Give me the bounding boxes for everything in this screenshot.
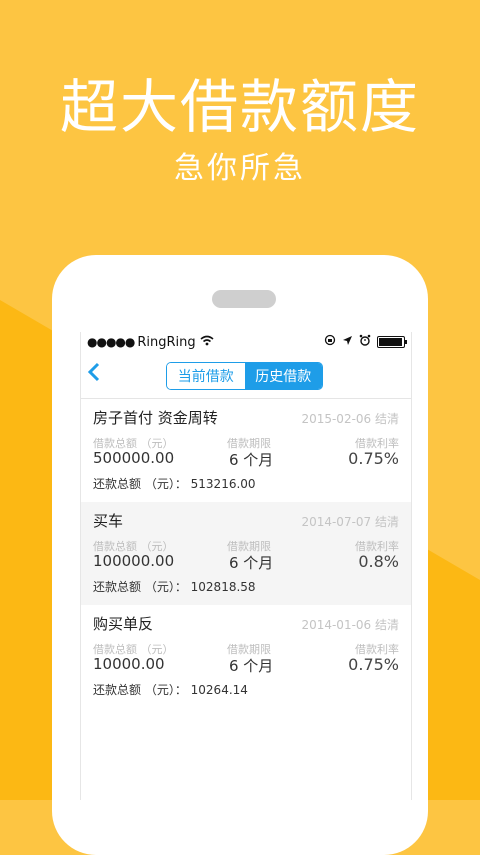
battery-level (379, 337, 403, 346)
loan-repay-label: 还款总额 （元）： (93, 477, 187, 491)
loan-repay-value: 513216.00 (190, 477, 256, 491)
signal-icon: ●●●●● (87, 335, 135, 349)
status-bar: ●●●●● RingRing (81, 332, 411, 352)
tab-current-loans[interactable]: 当前借款 (167, 363, 245, 389)
wifi-icon (200, 335, 214, 350)
loan-repay-label: 还款总额 （元）： (93, 580, 187, 594)
nav-bar: 当前借款 历史借款 (81, 352, 411, 399)
loan-date-status: 2015-02-06 结清 (301, 412, 399, 426)
tab-history-loans[interactable]: 历史借款 (244, 363, 322, 389)
loan-repay-value: 102818.58 (190, 580, 256, 594)
loan-card[interactable]: 房子首付 资金周转 2015-02-06 结清 借款总额 （元） 借款期限 借款… (81, 399, 411, 502)
back-chevron-icon[interactable] (87, 360, 101, 390)
loan-date-status: 2014-07-07 结清 (301, 515, 399, 529)
phone-screen: ●●●●● RingRing 当前借款 历史借款 房子首付 资金周转 2015-… (80, 332, 412, 800)
loan-repay-label: 还款总额 （元）： (93, 683, 187, 697)
carrier-label: RingRing (137, 334, 196, 350)
alarm-icon (359, 334, 371, 349)
loan-repay-total: 还款总额 （元）： 102818.58 (93, 578, 256, 595)
loan-name: 购买单反 (93, 615, 154, 633)
loan-repay-value: 10264.14 (190, 683, 248, 697)
loan-card[interactable]: 购买单反 2014-01-06 结清 借款总额 （元） 借款期限 借款利率 10… (81, 605, 411, 708)
loan-amount-value: 500000.00 (93, 449, 175, 467)
loan-tab-switcher: 当前借款 历史借款 (166, 362, 323, 390)
loan-repay-total: 还款总额 （元）： 10264.14 (93, 681, 248, 698)
loan-rate-value: 0.8% (358, 552, 399, 571)
loan-term-value: 6 个月 (229, 451, 274, 469)
loan-amount-value: 100000.00 (93, 552, 175, 570)
loan-rate-value: 0.75% (348, 449, 399, 468)
loan-rate-value: 0.75% (348, 655, 399, 674)
promo-headline: 超大借款额度 (59, 73, 420, 141)
battery-icon (377, 335, 407, 348)
loan-repay-total: 还款总额 （元）： 513216.00 (93, 475, 256, 492)
loan-term-value: 6 个月 (229, 657, 274, 675)
loan-term-value: 6 个月 (229, 554, 274, 572)
promo-subheadline: 急你所急 (174, 151, 306, 186)
location-icon (342, 335, 353, 349)
phone-speaker (212, 290, 276, 308)
rotation-lock-icon (324, 334, 336, 349)
loan-card[interactable]: 买车 2014-07-07 结清 借款总额 （元） 借款期限 借款利率 1000… (81, 502, 411, 605)
loan-name: 买车 (93, 512, 124, 530)
loan-name: 房子首付 资金周转 (93, 409, 218, 427)
loan-amount-value: 10000.00 (93, 655, 165, 673)
loan-date-status: 2014-01-06 结清 (301, 618, 399, 632)
